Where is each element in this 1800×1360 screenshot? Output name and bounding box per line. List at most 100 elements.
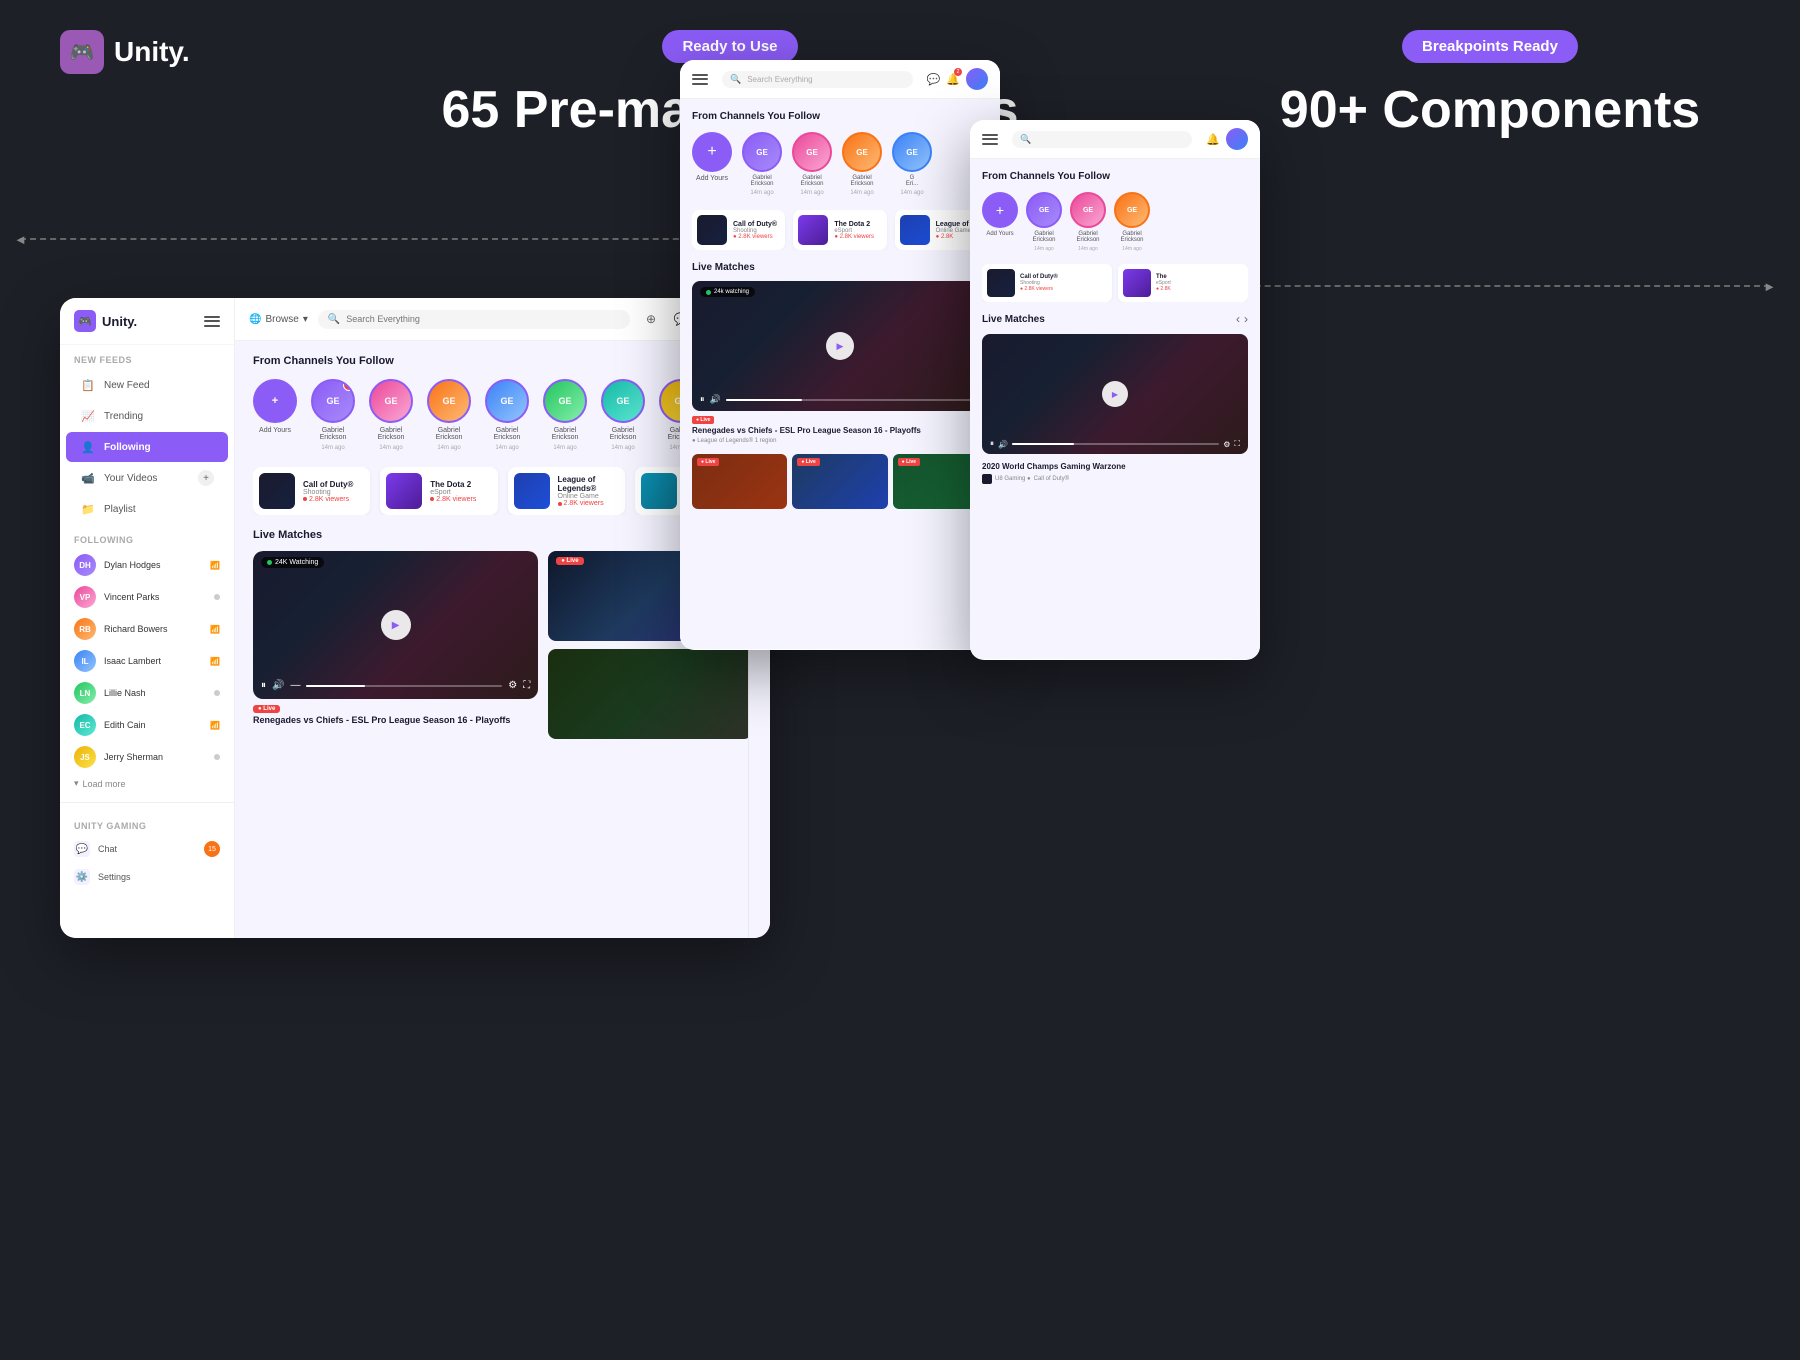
card2-msg-icon[interactable]: 💬	[927, 73, 941, 86]
card3-story-circle-1[interactable]: GE	[1026, 192, 1062, 228]
sidebar-item-playlist[interactable]: 📁 Playlist	[66, 494, 228, 524]
card2-story-circle-3[interactable]: GE	[842, 132, 882, 172]
story-item-3[interactable]: GE GabrielErickson 14m ago	[427, 379, 471, 451]
story-circle-5[interactable]: GE	[543, 379, 587, 423]
card2-story-4[interactable]: GE GEri... 14m ago	[892, 132, 932, 196]
card3-story-circle-2[interactable]: GE	[1070, 192, 1106, 228]
search-input[interactable]	[346, 314, 620, 324]
card2-match-meta2: ● League of Legends® 1 region	[692, 438, 988, 444]
add-story-circle[interactable]: +	[253, 379, 297, 423]
story-circle-1[interactable]: GE 3	[311, 379, 355, 423]
card2-main-match[interactable]: 24k watching ▶ ⏸ 🔊	[692, 281, 988, 411]
gear-icon[interactable]: ⚙	[508, 680, 517, 691]
card3-pause[interactable]: ⏸	[990, 439, 994, 449]
your-videos-icon: 📹	[80, 470, 96, 486]
volume-icon[interactable]: 🔊	[272, 680, 284, 691]
card2-small-matches: ● Live ● Live ● Live	[692, 454, 988, 509]
sidebar-item-new-feed[interactable]: 📋 New Feed	[66, 370, 228, 400]
story-item-5[interactable]: GE GabrielErickson 14m ago	[543, 379, 587, 451]
chat-item[interactable]: 💬 Chat 15	[60, 835, 234, 863]
story-item-2[interactable]: GE GabrielErickson 14m ago	[369, 379, 413, 451]
main-live-card[interactable]: 24K Watching ▶ ⏸ 🔊 — ⚙	[253, 551, 538, 739]
story-circle-2[interactable]: GE	[369, 379, 413, 423]
card3-game-2[interactable]: The eSport ● 2.8K	[1118, 264, 1248, 302]
play-button[interactable]: ▶	[381, 610, 411, 640]
card3-story-1[interactable]: GE GabrielErickson 14m ago	[1026, 192, 1062, 252]
card3-vol[interactable]: 🔊	[998, 440, 1008, 449]
following-item-2[interactable]: RB Richard Bowers 📶	[60, 613, 234, 645]
card2-story-2[interactable]: GE GabrielErickson 14m ago	[792, 132, 832, 196]
browse-dropdown[interactable]: 🌐 Browse ▾	[249, 314, 308, 325]
card2-story-circle-1[interactable]: GE	[742, 132, 782, 172]
game-card-lol[interactable]: League of Legends® Online Game 2.8K view…	[508, 467, 625, 515]
story-item-1[interactable]: GE 3 GabrielErickson 14m ago	[311, 379, 355, 451]
add-story-item[interactable]: + Add Yours	[253, 379, 297, 451]
card2-game-2[interactable]: The Dota 2 eSport ● 2.8K viewers	[793, 210, 886, 250]
card3-story-2[interactable]: GE GabrielErickson 14m ago	[1070, 192, 1106, 252]
load-more-button[interactable]: ▾ Load more	[60, 773, 234, 794]
card2-story-3[interactable]: GE GabrielErickson 14m ago	[842, 132, 882, 196]
story-circle-6[interactable]: GE	[601, 379, 645, 423]
following-item-4[interactable]: LN Lillie Nash	[60, 677, 234, 709]
card2-progress-bar[interactable]	[726, 399, 980, 401]
card2-pause-icon[interactable]: ⏸	[700, 394, 705, 405]
card2-avatar[interactable]	[966, 68, 988, 90]
side-match-2[interactable]	[548, 649, 752, 739]
card2-sm-2[interactable]: ● Live	[792, 454, 887, 509]
following-item-1[interactable]: VP Vincent Parks	[60, 581, 234, 613]
settings-item[interactable]: ⚙️ Settings	[60, 863, 234, 891]
next-arrow[interactable]: ›	[1244, 312, 1248, 326]
story-item-6[interactable]: GE GabrielErickson 14m ago	[601, 379, 645, 451]
search-bar[interactable]: 🔍	[318, 310, 630, 329]
add-icon[interactable]: ⊕	[640, 308, 662, 330]
card2-notif[interactable]: 🔔 2	[946, 70, 960, 88]
card2-hamburger[interactable]	[692, 74, 708, 85]
sidebar-logo: 🎮 Unity.	[74, 310, 137, 332]
following-item-0[interactable]: DH Dylan Hodges 📶	[60, 549, 234, 581]
sidebar-item-trending[interactable]: 📈 Trending	[66, 401, 228, 431]
story-item-4[interactable]: GE GabrielErickson 14m ago	[485, 379, 529, 451]
card3-search[interactable]: 🔍	[1012, 131, 1192, 148]
story-circle-4[interactable]: GE	[485, 379, 529, 423]
card2-add-circle[interactable]: +	[692, 132, 732, 172]
following-item-5[interactable]: EC Edith Cain 📶	[60, 709, 234, 741]
game-card-cod[interactable]: Call of Duty® Shooting 2.8K viewers	[253, 467, 370, 515]
card2-story-circle-4[interactable]: GE	[892, 132, 932, 172]
card2-play-btn[interactable]: ▶	[826, 332, 854, 360]
game-card-dota[interactable]: The Dota 2 eSport 2.8K viewers	[380, 467, 497, 515]
prev-arrow[interactable]: ‹	[1236, 312, 1240, 326]
following-name-vincent: Vincent Parks	[104, 592, 206, 602]
card3-main-match[interactable]: ▶ ⏸ 🔊 ⚙ ⛶	[982, 334, 1248, 454]
card3-story-3[interactable]: GE GabrielErickson 14m ago	[1114, 192, 1150, 252]
ham-line-1	[204, 316, 220, 318]
card3-add-circle[interactable]: +	[982, 192, 1018, 228]
pause-icon[interactable]: ⏸	[261, 680, 266, 691]
add-video-icon[interactable]: +	[198, 470, 214, 486]
card3-progress[interactable]	[1012, 443, 1219, 445]
card2-add-story[interactable]: + Add Yours	[692, 132, 732, 196]
card3-game-1[interactable]: Call of Duty® Shooting ● 2.8K viewers	[982, 264, 1112, 302]
card2-game-1[interactable]: Call of Duty® Shooting ● 2.8K viewers	[692, 210, 785, 250]
card3-notif-icon[interactable]: 🔔	[1206, 133, 1220, 146]
card2-sm-1[interactable]: ● Live	[692, 454, 787, 509]
card2-story-circle-2[interactable]: GE	[792, 132, 832, 172]
card3-hamburger[interactable]	[982, 134, 998, 145]
card3-game-info-1: Call of Duty® Shooting ● 2.8K viewers	[1020, 274, 1058, 292]
card3-avatar[interactable]	[1226, 128, 1248, 150]
sidebar-item-following[interactable]: 👤 Following	[66, 432, 228, 462]
card2-vol-icon[interactable]: 🔊	[710, 394, 721, 405]
card2-story-1[interactable]: GE GabrielErickson 14m ago	[742, 132, 782, 196]
card3-fullscreen[interactable]: ⛶	[1234, 439, 1240, 449]
hamburger-menu[interactable]	[204, 316, 220, 327]
card3-story-circle-3[interactable]: GE	[1114, 192, 1150, 228]
sidebar-item-your-videos[interactable]: 📹 Your Videos +	[66, 463, 228, 493]
card3-add-story[interactable]: + Add Yours	[982, 192, 1018, 252]
card3-play-btn[interactable]: ▶	[1102, 381, 1128, 407]
card3-gear[interactable]: ⚙	[1223, 440, 1230, 449]
following-item-3[interactable]: IL Isaac Lambert 📶	[60, 645, 234, 677]
progress-bar[interactable]	[306, 685, 502, 687]
following-item-6[interactable]: JS Jerry Sherman	[60, 741, 234, 773]
story-circle-3[interactable]: GE	[427, 379, 471, 423]
fullscreen-icon[interactable]: ⛶	[523, 680, 530, 691]
card2-search[interactable]: 🔍 Search Everything	[722, 71, 913, 88]
